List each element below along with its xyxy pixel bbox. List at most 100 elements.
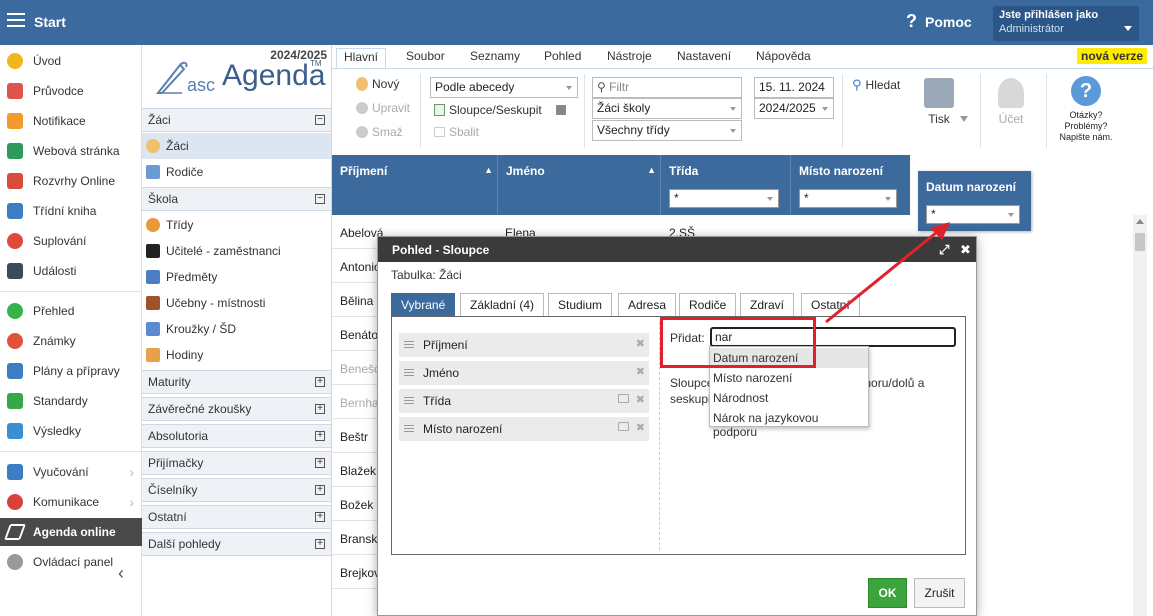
new-version-badge[interactable]: nová verze (1077, 48, 1148, 64)
filter-datum-narozeni[interactable]: * (926, 205, 1020, 224)
expand-icon[interactable]: + (315, 404, 325, 414)
maximize-icon[interactable]: ⤢ (939, 242, 949, 258)
sidebar-item-vysledky[interactable]: Výsledky (0, 417, 142, 445)
tab-rodice[interactable]: Rodiče (679, 293, 737, 316)
selected-column[interactable]: Jméno ✖ (399, 361, 649, 385)
drag-handle-icon[interactable] (404, 425, 414, 432)
sidebar-item-suplovani[interactable]: Suplování (0, 227, 142, 255)
remove-icon[interactable]: ✖ (636, 365, 645, 378)
panel-item-zaci[interactable]: Žáci (142, 133, 331, 159)
tab-pohled[interactable]: Pohled (544, 49, 581, 63)
group-prijimacky[interactable]: Přijímačky + (142, 451, 331, 475)
panel-item-rodice[interactable]: Rodiče (142, 159, 331, 185)
selected-column[interactable]: Příjmení ✖ (399, 333, 649, 357)
table-row[interactable]: Bělina (332, 283, 377, 317)
expand-icon[interactable]: + (315, 431, 325, 441)
column-header-misto-narozeni[interactable]: Místo narození * (791, 155, 910, 215)
column-header-jmeno[interactable]: Jméno ▲ (498, 155, 661, 215)
table-row[interactable]: Bransk (332, 521, 377, 555)
expand-icon[interactable]: + (315, 458, 325, 468)
grid-scrollbar[interactable] (1133, 215, 1147, 616)
table-row[interactable]: Benešo (332, 351, 377, 385)
sidebar-item-agenda-online[interactable]: Agenda online (0, 518, 142, 546)
suggestion-item[interactable]: Nárok na jazykovou podporu (710, 408, 868, 439)
cancel-button[interactable]: Zrušit (914, 578, 965, 608)
support-button[interactable]: ? Otázky? Problémy? Napište nám. (1056, 76, 1116, 143)
sort-select[interactable]: Podle abecedy (430, 77, 578, 98)
hamburger-menu-icon[interactable] (7, 13, 25, 27)
group-ciselniky[interactable]: Číselníky + (142, 478, 331, 502)
remove-icon[interactable]: ✖ (636, 421, 645, 434)
date-field[interactable]: 15. 11. 2024 (754, 77, 834, 98)
expand-icon[interactable]: + (315, 377, 325, 387)
selected-column[interactable]: Místo narození ✖ (399, 417, 649, 441)
scroll-up-icon[interactable] (1136, 219, 1144, 224)
collapse-icon[interactable]: − (315, 194, 325, 204)
group-dalsi-pohledy[interactable]: Další pohledy + (142, 532, 331, 556)
sidebar-item-tridni-kniha[interactable]: Třídní kniha (0, 197, 142, 225)
panel-item-krouzky[interactable]: Kroužky / ŠD (142, 316, 331, 342)
panel-item-predmety[interactable]: Předměty (142, 264, 331, 290)
table-row[interactable]: Brejkov (332, 555, 377, 589)
group-absolutoria[interactable]: Absolutoria + (142, 424, 331, 448)
filter-input[interactable]: ⚲ Filtr (592, 77, 742, 98)
columns-group-button[interactable]: Sloupce/Seskupit (434, 103, 566, 117)
panel-item-tridy[interactable]: Třídy (142, 212, 331, 238)
table-row[interactable]: Bernha (332, 385, 377, 419)
column-header-trida[interactable]: Třída * (661, 155, 791, 215)
sidebar-item-webova-stranka[interactable]: Webová stránka (0, 137, 142, 165)
sidebar-item-komunikace[interactable]: Komunikace › (0, 488, 142, 516)
tab-ostatni[interactable]: Ostatní (801, 293, 860, 316)
table-row[interactable]: Beštr (332, 419, 377, 453)
section-skola[interactable]: Škola − (142, 187, 331, 211)
ok-button[interactable]: OK (868, 578, 907, 608)
filter-trida[interactable]: * (669, 189, 779, 208)
tab-nastaveni[interactable]: Nastavení (677, 49, 731, 63)
sidebar-item-vyucovani[interactable]: Vyučování › (0, 458, 142, 486)
tab-napoveda[interactable]: Nápověda (756, 49, 811, 63)
sidebar-item-uvod[interactable]: Úvod (0, 47, 142, 75)
drag-handle-icon[interactable] (404, 369, 414, 376)
table-row[interactable]: Blažek (332, 453, 377, 487)
filter-misto-narozeni[interactable]: * (799, 189, 897, 208)
tab-zdravi[interactable]: Zdraví (740, 293, 795, 316)
scrollbar-thumb[interactable] (1135, 233, 1145, 251)
group-maturity[interactable]: Maturity + (142, 370, 331, 394)
group-zaverecne-zkousky[interactable]: Závěrečné zkoušky + (142, 397, 331, 421)
remove-icon[interactable]: ✖ (636, 393, 645, 406)
section-zaci[interactable]: Žáci − (142, 108, 331, 132)
help-button[interactable]: ? Pomoc (906, 11, 972, 32)
collapse-icon[interactable]: − (315, 115, 325, 125)
group-folder-icon[interactable] (618, 422, 629, 431)
tab-nastroje[interactable]: Nástroje (607, 49, 652, 63)
table-row[interactable]: Božek (332, 487, 377, 521)
sidebar-item-standardy[interactable]: Standardy (0, 387, 142, 415)
column-header-prijmeni[interactable]: Příjmení ▲ (332, 155, 498, 215)
table-row[interactable]: Antonio (332, 249, 377, 283)
new-button[interactable]: Nový (356, 77, 399, 91)
account-button[interactable]: Účet (998, 78, 1024, 126)
collapse-sidebar-icon[interactable]: ‹ (118, 563, 124, 584)
close-icon[interactable]: ✖ (960, 242, 971, 258)
class-select[interactable]: Všechny třídy (592, 120, 742, 141)
panel-item-ucitele[interactable]: Učitelé - zaměstnanci (142, 238, 331, 264)
edit-button[interactable]: Upravit (356, 101, 410, 115)
delete-button[interactable]: Smaž (356, 125, 403, 139)
user-menu[interactable]: Jste přihlášen jako Administrátor (993, 6, 1139, 41)
tab-hlavni[interactable]: Hlavní (336, 48, 387, 68)
dragged-column-datum-narozeni[interactable]: Datum narození * (918, 171, 1031, 231)
group-ostatni[interactable]: Ostatní + (142, 505, 331, 529)
sidebar-item-pruvodce[interactable]: Průvodce (0, 77, 142, 105)
panel-item-hodiny[interactable]: Hodiny (142, 342, 331, 368)
tab-soubor[interactable]: Soubor (406, 49, 445, 63)
sidebar-item-udalosti[interactable]: Události (0, 257, 142, 285)
expand-icon[interactable]: + (315, 512, 325, 522)
expand-icon[interactable]: + (315, 485, 325, 495)
tab-studium[interactable]: Studium (548, 293, 613, 316)
suggestion-item[interactable]: Národnost (710, 388, 868, 408)
app-title[interactable]: Start (34, 14, 66, 30)
drag-handle-icon[interactable] (404, 341, 414, 348)
table-row[interactable]: Benáto (332, 317, 377, 351)
drag-handle-icon[interactable] (404, 397, 414, 404)
sidebar-item-znamky[interactable]: Známky (0, 327, 142, 355)
